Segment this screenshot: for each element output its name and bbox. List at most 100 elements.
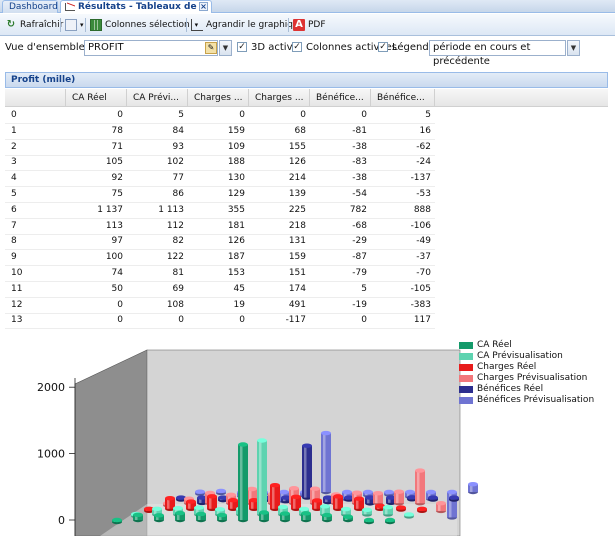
table-row[interactable]: 2 71 93 109 155 -38 -62 (5, 139, 435, 156)
row-index-cell: 4 (11, 173, 17, 184)
tab-results[interactable]: Résultats - Tableaux de bord × (60, 0, 212, 24)
table-row[interactable]: 11 50 69 45 174 5 -105 (5, 281, 435, 298)
tab-strip: Dashboard Résultats - Tableaux de bord × (0, 0, 615, 24)
chart-bar-highlight (259, 440, 262, 515)
close-icon[interactable]: × (199, 2, 208, 11)
table-cell: 0 (300, 110, 306, 120)
table-cell: -54 (352, 189, 367, 199)
chart-bar-cap (278, 504, 288, 510)
row-index-cell: 9 (11, 252, 17, 263)
table-cell: 69 (172, 283, 184, 294)
chart-bar-cap (215, 507, 225, 512)
y-axis-label: 1000 (37, 448, 65, 461)
view-menu-button[interactable]: ▾ (64, 17, 84, 33)
table-cell: 159 (227, 125, 245, 136)
table-cell: 126 (227, 236, 245, 247)
chart-bar (259, 510, 269, 523)
checkbox-legend[interactable]: ✓ (378, 42, 388, 52)
table-row[interactable]: 9 100 122 187 159 -87 -37 (5, 249, 435, 267)
chart-bar-cap (383, 505, 393, 510)
row-index-cell: 13 (11, 315, 23, 326)
edit-icon[interactable]: ✎ (205, 42, 217, 54)
column-header[interactable]: CA Prévi... (127, 89, 188, 107)
chart-bar (373, 490, 383, 506)
column-header[interactable]: Charges ... (188, 89, 249, 107)
refresh-button[interactable]: ↻ Rafraîchir (4, 17, 64, 33)
row-index-cell: 3 (11, 157, 17, 168)
column-header[interactable]: Bénéfice... (371, 89, 435, 107)
chart-bar (154, 513, 164, 523)
legend-item[interactable]: Bénéfices Prévisualisation (455, 395, 610, 406)
enlarge-chart-label: Agrandir le graphique (206, 20, 305, 30)
pdf-button[interactable]: A PDF (292, 17, 326, 33)
row-index-cell: 10 (11, 268, 23, 278)
legend-item[interactable]: CA Réel (455, 340, 610, 351)
table-row[interactable]: 12 0 108 19 491 -19 -383 (5, 297, 435, 314)
table-row[interactable]: 3 105 102 188 126 -83 -24 (5, 154, 435, 172)
column-header[interactable]: Bénéfice... (310, 89, 371, 107)
legend-swatch (459, 386, 473, 393)
row-index-cell: 6 (11, 204, 17, 215)
legend-item[interactable]: CA Prévisualisation (455, 351, 610, 362)
view-icon (65, 19, 77, 31)
chart-bar-body (321, 433, 331, 492)
chart-bar-cap (321, 430, 331, 436)
chart-bar-cap (196, 511, 206, 517)
chevron-down-icon[interactable]: ▼ (567, 40, 580, 56)
legend-item[interactable]: Charges Réel (455, 362, 610, 373)
chart-bar-cap (289, 486, 299, 491)
chart-bar (257, 438, 267, 517)
checkbox-columns[interactable]: ✓ (292, 42, 302, 52)
legend-item[interactable]: Charges Prévisualisation (455, 373, 610, 384)
table-cell: 82 (172, 236, 184, 247)
table-cell: 0 (117, 299, 123, 310)
table-cell: 100 (105, 252, 123, 263)
table-cell: 68 (294, 125, 306, 136)
table-row[interactable]: 7 113 112 181 218 -68 -106 (5, 218, 435, 235)
table-cell: 782 (349, 204, 367, 215)
chart-bar-cap (322, 512, 332, 518)
table-cell: 126 (288, 157, 306, 168)
table-cell: 109 (227, 141, 245, 152)
table-row[interactable]: 0 0 5 0 0 0 5 (5, 107, 435, 124)
legend-item[interactable]: Bénéfices Réel (455, 384, 610, 395)
chevron-down-icon[interactable]: ▼ (219, 40, 232, 56)
tab-dashboard[interactable]: Dashboard (2, 0, 58, 13)
chevron-down-icon: ▾ (80, 21, 84, 29)
period-combo[interactable]: période en cours et précédente ▼ (429, 40, 580, 67)
column-header[interactable]: Charges ... (249, 89, 310, 107)
chart-bar (404, 512, 414, 519)
table-cell: 97 (111, 236, 123, 247)
chart-icon (191, 19, 203, 31)
table-row[interactable]: 8 97 82 126 131 -29 -49 (5, 233, 435, 251)
legend-label: CA Prévisualisation (477, 351, 563, 361)
chart-bar-cap (186, 499, 196, 504)
chart-bar-cap (194, 505, 204, 510)
legend-label: Charges Réel (477, 362, 537, 372)
legend-label: Charges Prévisualisation (477, 373, 588, 383)
chart-bar-cap (270, 483, 280, 488)
table-row[interactable]: 1 78 84 159 68 -81 16 (5, 123, 435, 140)
table-cell: 102 (166, 157, 184, 168)
overview-value: PROFIT (88, 42, 124, 53)
legend-swatch (459, 342, 473, 349)
table-cell: 130 (227, 173, 245, 184)
table-row[interactable]: 6 1 137 1 113 355 225 782 888 (5, 202, 435, 219)
table-row[interactable]: 10 74 81 153 151 -79 -70 (5, 265, 435, 282)
table-cell: 159 (288, 252, 306, 263)
columns-label: Colonnes sélection (105, 20, 190, 30)
chart-bar (394, 489, 404, 506)
columns-selection-button[interactable]: Colonnes sélection ▾ (89, 17, 198, 33)
table-cell: -19 (352, 299, 367, 310)
chart-bar (354, 496, 364, 511)
chart-bar-cap (133, 512, 143, 518)
checkbox-3d[interactable]: ✓ (237, 42, 247, 52)
table-cell: 155 (288, 141, 306, 152)
table-row[interactable]: 13 0 0 0 -117 0 117 (5, 312, 435, 330)
table-row[interactable]: 4 92 77 130 214 -38 -137 (5, 170, 435, 188)
overview-combo[interactable]: PROFIT ✎ ▼ (84, 40, 232, 56)
table-cell: 151 (288, 268, 306, 278)
column-header[interactable] (5, 89, 66, 107)
table-row[interactable]: 5 75 86 129 139 -54 -53 (5, 186, 435, 203)
column-header[interactable]: CA Réel (66, 89, 127, 107)
